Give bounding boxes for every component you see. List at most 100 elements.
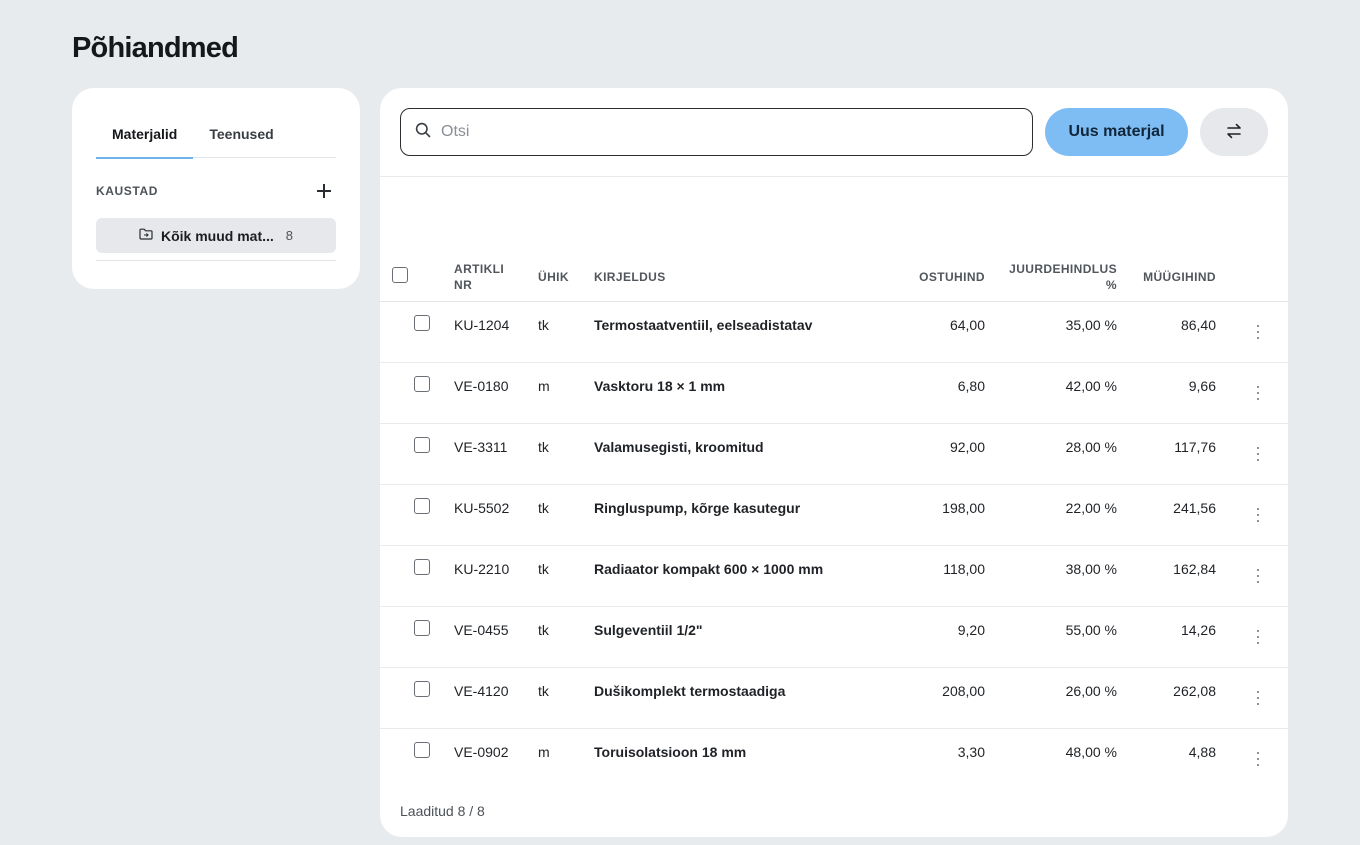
article-number: KU-2210 — [454, 561, 510, 577]
table-row[interactable]: VE-4120 tk Dušikomplekt termostaadiga 208,0… — [380, 668, 1288, 729]
new-material-button[interactable]: Uus materjal — [1045, 108, 1188, 156]
description: Valamusegisti, kroomitud — [594, 439, 764, 455]
purchase-price: 6,80 — [957, 378, 985, 394]
row-checkbox[interactable] — [414, 681, 430, 697]
description: Sulgeventiil 1/2" — [594, 622, 703, 638]
folder-item-all-other[interactable]: Kõik muud mat... 8 — [96, 218, 336, 253]
sale-price: 262,08 — [1173, 683, 1216, 699]
sale-price: 117,76 — [1174, 439, 1216, 455]
markup-percent: 38,00 % — [1065, 561, 1117, 577]
unit: tk — [538, 683, 549, 699]
swap-arrows-icon — [1225, 123, 1243, 142]
article-number: VE-0180 — [454, 378, 509, 394]
markup-percent: 42,00 % — [1065, 378, 1117, 394]
more-actions-icon[interactable] — [1250, 323, 1266, 341]
tab-services[interactable]: Teenused — [193, 112, 289, 158]
purchase-price: 118,00 — [943, 561, 985, 577]
column-header-markup[interactable]: JUURDEHINDLUS % — [1000, 261, 1117, 293]
search-input[interactable] — [441, 123, 1001, 141]
markup-percent: 48,00 % — [1065, 744, 1117, 760]
description: Dušikomplekt termostaadiga — [594, 683, 786, 699]
sale-price: 241,56 — [1173, 500, 1216, 516]
add-folder-icon[interactable] — [314, 181, 334, 201]
divider — [380, 176, 1288, 177]
sale-price: 4,88 — [1188, 744, 1216, 760]
unit: tk — [538, 439, 549, 455]
unit: m — [538, 378, 550, 394]
sale-price: 9,66 — [1188, 378, 1216, 394]
description: Termostaatventiil, eelseadistatav — [594, 317, 813, 333]
sale-price: 14,26 — [1180, 622, 1216, 638]
unit: tk — [538, 561, 549, 577]
table-header: ARTIKLI NR ÜHIK KIRJELDUS OSTUHIND JUURD… — [380, 258, 1288, 302]
article-number: KU-5502 — [454, 500, 510, 516]
unit: tk — [538, 622, 549, 638]
table-row[interactable]: KU-2210 tk Radiaator kompakt 600 × 1000 mm… — [380, 546, 1288, 607]
markup-percent: 28,00 % — [1065, 439, 1117, 455]
tab-bar: Materjalid Teenused — [96, 112, 336, 159]
column-header-description[interactable]: KIRJELDUS — [594, 269, 666, 285]
more-actions-icon[interactable] — [1250, 689, 1266, 707]
purchase-price: 9,20 — [957, 622, 985, 638]
table-row[interactable]: KU-5502 tk Ringluspump, kõrge kasutegur 198… — [380, 485, 1288, 546]
article-number: VE-0902 — [454, 744, 509, 760]
purchase-price: 3,30 — [957, 744, 985, 760]
markup-percent: 35,00 % — [1065, 317, 1117, 333]
more-actions-icon[interactable] — [1250, 567, 1266, 585]
folders-header: KAUSTAD — [96, 184, 336, 198]
search-box[interactable] — [400, 108, 1033, 156]
folder-count: 8 — [285, 228, 294, 243]
purchase-price: 92,00 — [949, 439, 985, 455]
description: Vasktoru 18 × 1 mm — [594, 378, 726, 394]
table-row[interactable]: VE-0902 m Toruisolatsioon 18 mm 3,30 48,00 %… — [380, 729, 1288, 790]
article-number: VE-0455 — [454, 622, 509, 638]
purchase-price: 64,00 — [949, 317, 985, 333]
table-row[interactable]: VE-0180 m Vasktoru 18 × 1 mm 6,80 42,00 % 9,6… — [380, 363, 1288, 424]
row-checkbox[interactable] — [414, 742, 430, 758]
folders-panel: Materjalid Teenused KAUSTAD Kõik muud ma… — [72, 88, 360, 289]
more-actions-icon[interactable] — [1250, 750, 1266, 768]
folders-title: KAUSTAD — [96, 184, 158, 198]
markup-percent: 22,00 % — [1065, 500, 1117, 516]
row-checkbox[interactable] — [414, 315, 430, 331]
row-checkbox[interactable] — [414, 376, 430, 392]
folder-label: Kõik muud mat... — [160, 227, 274, 244]
row-checkbox[interactable] — [414, 498, 430, 514]
page-title: Põhiandmed — [72, 32, 239, 64]
table-row[interactable]: VE-0455 tk Sulgeventiil 1/2" 9,20 55,00 % 14,… — [380, 607, 1288, 668]
row-checkbox[interactable] — [414, 559, 430, 575]
unit: tk — [538, 500, 549, 516]
sale-price: 86,40 — [1180, 317, 1216, 333]
article-number: KU-1204 — [454, 317, 510, 333]
row-checkbox[interactable] — [414, 620, 430, 636]
table-row[interactable]: VE-3311 tk Valamusegisti, kroomitud 92,00 28… — [380, 424, 1288, 485]
divider — [96, 260, 336, 261]
more-actions-icon[interactable] — [1250, 628, 1266, 646]
description: Ringluspump, kõrge kasutegur — [594, 500, 801, 516]
row-checkbox[interactable] — [414, 437, 430, 453]
description: Toruisolatsioon 18 mm — [594, 744, 747, 760]
article-number: VE-4120 — [454, 683, 509, 699]
column-header-article[interactable]: ARTIKLI NR — [454, 261, 514, 293]
table-row[interactable]: KU-1204 tk Termostaatventiil, eelseadistat… — [380, 302, 1288, 363]
tab-materials[interactable]: Materjalid — [96, 112, 194, 159]
unit: tk — [538, 317, 549, 333]
sale-price: 162,84 — [1173, 561, 1216, 577]
markup-percent: 26,00 % — [1065, 683, 1117, 699]
column-header-purchase-price[interactable]: OSTUHIND — [885, 269, 985, 285]
select-all-checkbox[interactable] — [392, 267, 408, 283]
more-actions-icon[interactable] — [1250, 445, 1266, 463]
purchase-price: 208,00 — [942, 683, 985, 699]
column-header-sale-price[interactable]: MÜÜGIHIND — [1120, 269, 1216, 285]
description: Radiaator kompakt 600 × 1000 mm — [594, 561, 824, 577]
markup-percent: 55,00 % — [1065, 622, 1117, 638]
more-actions-icon[interactable] — [1250, 506, 1266, 524]
more-actions-icon[interactable] — [1250, 384, 1266, 402]
swap-button[interactable] — [1200, 108, 1268, 156]
folder-icon — [139, 227, 153, 245]
materials-panel: Uus materjal ARTIKLI NR ÜHIK KIRJELDUS O… — [380, 88, 1288, 837]
unit: m — [538, 744, 550, 760]
purchase-price: 198,00 — [942, 500, 985, 516]
column-header-unit[interactable]: ÜHIK — [538, 269, 569, 285]
load-status: Laaditud 8 / 8 — [400, 803, 485, 819]
